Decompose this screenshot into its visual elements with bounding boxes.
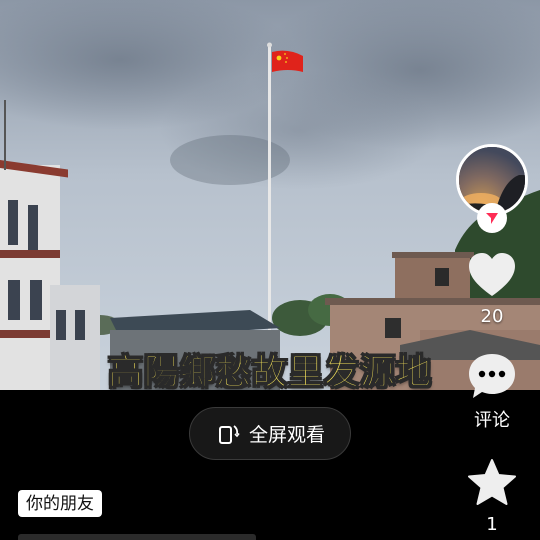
comment-label: 评论 [474,410,510,431]
heart-icon [469,253,515,296]
favorite-count: 1 [486,514,498,535]
follow-arrow-icon [486,213,498,224]
star-icon [468,459,516,505]
comment-bubble-icon [469,354,515,398]
fullscreen-rotate-icon [218,424,240,444]
fullscreen-label: 全屏观看 [248,424,325,446]
favorite-button[interactable]: 1 [462,458,522,535]
bottom-bar [18,534,256,540]
comment-button[interactable]: 评论 [462,352,522,432]
follow-button[interactable] [477,203,507,233]
video-caption: 高陽鄉愁故里发源地 [107,353,432,391]
like-button[interactable]: 20 [462,252,522,327]
like-count: 20 [480,306,504,327]
fullscreen-button[interactable]: 全屏观看 [189,407,351,460]
friend-tag[interactable]: 你的朋友 [18,490,102,517]
